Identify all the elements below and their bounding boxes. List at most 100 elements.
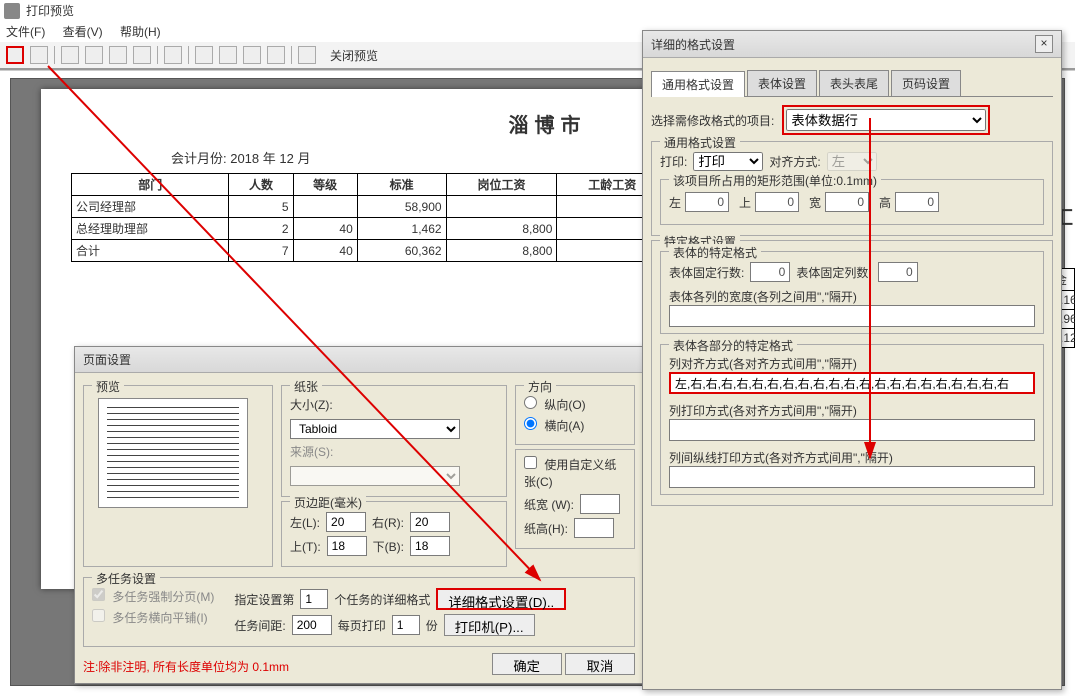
page-setup-dialog: 页面设置 预览 纸张 大小(Z): Tabloid 来源(S): [74, 346, 644, 684]
nav-last-icon[interactable] [133, 46, 151, 64]
per-page-label: 每页打印 [338, 617, 386, 634]
rect-group-label: 该项目所占用的矩形范围(单位:0.1mm) [669, 172, 881, 189]
zoom-out-icon[interactable] [219, 46, 237, 64]
item-select-label: 选择需修改格式的项目: [651, 112, 774, 129]
paper-group-label: 纸张 [290, 378, 322, 395]
source-label: 来源(S): [290, 443, 333, 460]
fixed-cols-label: 表体固定列数: [796, 264, 871, 281]
tab-body[interactable]: 表体设置 [747, 70, 817, 96]
fixed-rows-label: 表体固定行数: [669, 264, 744, 281]
ok-button[interactable]: 确定 [492, 653, 562, 675]
paper-h-input [574, 518, 614, 538]
cancel-button[interactable]: 取消 [565, 653, 635, 675]
orient-group-label: 方向 [524, 378, 556, 395]
unit-note: 注:除非注明, 所有长度单位均为 0.1mm [83, 658, 289, 675]
table-cell: 40 [293, 240, 357, 262]
table-cell [446, 196, 557, 218]
col-align-label: 列对齐方式(各对齐方式间用","隔开) [669, 357, 857, 371]
margin-top-label: 上(T): [290, 538, 321, 555]
table-header: 标准 [357, 174, 446, 196]
paper-w-input [580, 494, 620, 514]
table-cell: 8,800 [446, 218, 557, 240]
tab-common[interactable]: 通用格式设置 [651, 71, 745, 97]
col-print-input[interactable] [669, 419, 1035, 441]
paper-h-label: 纸高(H): [524, 520, 568, 537]
align-select: 左 [827, 152, 877, 171]
per-page-suffix: 份 [426, 617, 438, 634]
paper-source-select [290, 466, 460, 486]
table-cell: 1,462 [357, 218, 446, 240]
table-header: 等级 [293, 174, 357, 196]
table-cell: 8,800 [446, 240, 557, 262]
margin-top-input[interactable] [327, 536, 367, 556]
col-print-label: 列打印方式(各对齐方式间用","隔开) [669, 404, 857, 418]
custom-paper-check[interactable]: 使用自定义纸张(C) [524, 458, 616, 489]
table-cell: 5 [229, 196, 293, 218]
goto-icon[interactable] [164, 46, 182, 64]
parts-group-label: 表体各部分的特定格式 [669, 337, 797, 354]
table-cell: 40 [293, 218, 357, 240]
table-header: 岗位工资 [446, 174, 557, 196]
close-icon[interactable]: × [1035, 35, 1053, 53]
menu-view[interactable]: 查看(V) [63, 25, 103, 39]
save-icon[interactable] [30, 46, 48, 64]
item-select[interactable]: 表体数据行 [786, 109, 986, 131]
per-page-input[interactable] [392, 615, 420, 635]
table-cell: 7 [229, 240, 293, 262]
col-widths-input[interactable] [669, 305, 1035, 327]
detail-tabs: 通用格式设置 表体设置 表头表尾 页码设置 [651, 70, 1053, 97]
tab-pagenum[interactable]: 页码设置 [891, 70, 961, 96]
spec-nth-input[interactable] [300, 589, 328, 609]
force-page-check: 多任务强制分页(M) [92, 588, 214, 605]
app-title: 打印预览 [26, 2, 74, 19]
table-cell: 2 [229, 218, 293, 240]
print-select[interactable]: 打印 [693, 152, 763, 171]
col-vline-label: 列间纵线打印方式(各对齐方式间用","隔开) [669, 451, 893, 465]
printer-button[interactable]: 打印机(P)... [444, 614, 535, 636]
col-widths-label: 表体各列的宽度(各列之间用","隔开) [669, 290, 857, 304]
margin-left-label: 左(L): [290, 514, 320, 531]
margin-group-label: 页边距(毫米) [290, 494, 366, 511]
nav-next-icon[interactable] [109, 46, 127, 64]
table-header: 人数 [229, 174, 293, 196]
zoom-fit-icon[interactable] [243, 46, 261, 64]
menu-help[interactable]: 帮助(H) [120, 25, 161, 39]
tab-headfoot[interactable]: 表头表尾 [819, 70, 889, 96]
rect-top [755, 192, 799, 212]
table-cell: 公司经理部 [72, 196, 229, 218]
page-setup-icon[interactable] [6, 46, 24, 64]
margin-right-input[interactable] [410, 512, 450, 532]
detail-format-dialog: 详细的格式设置 × 通用格式设置 表体设置 表头表尾 页码设置 选择需修改格式的… [642, 30, 1062, 690]
portrait-radio[interactable]: 纵向(O) [524, 396, 586, 413]
margin-bottom-input[interactable] [410, 536, 450, 556]
page-setup-title: 页面设置 [83, 351, 131, 368]
nav-first-icon[interactable] [61, 46, 79, 64]
align-label: 对齐方式: [769, 153, 820, 170]
fixed-cols-input [878, 262, 918, 282]
close-preview-label[interactable]: 关闭预览 [330, 47, 378, 64]
nav-prev-icon[interactable] [85, 46, 103, 64]
table-header: 部门 [72, 174, 229, 196]
spec-nth-suffix: 个任务的详细格式 [334, 591, 430, 608]
fixed-rows-input [750, 262, 790, 282]
mini-preview [98, 398, 248, 508]
detail-format-button[interactable]: 详细格式设置(D).. [436, 588, 566, 610]
table-cell: 合计 [72, 240, 229, 262]
col-vline-input[interactable] [669, 466, 1035, 488]
margin-right-label: 右(R): [372, 514, 404, 531]
common-group-label: 通用格式设置 [660, 134, 740, 151]
table-cell: 总经理助理部 [72, 218, 229, 240]
table-cell: 58,900 [357, 196, 446, 218]
col-align-input[interactable] [669, 372, 1035, 394]
zoom-in-icon[interactable] [195, 46, 213, 64]
multitask-group-label: 多任务设置 [92, 570, 160, 587]
detail-title: 详细的格式设置 [651, 36, 735, 53]
menu-file[interactable]: 文件(F) [6, 25, 45, 39]
margin-left-input[interactable] [326, 512, 366, 532]
zoom-100-icon[interactable] [267, 46, 285, 64]
print-icon[interactable] [298, 46, 316, 64]
task-gap-input[interactable] [292, 615, 332, 635]
paper-size-select[interactable]: Tabloid [290, 419, 460, 439]
landscape-radio[interactable]: 横向(A) [524, 417, 584, 434]
margin-bottom-label: 下(B): [373, 538, 404, 555]
